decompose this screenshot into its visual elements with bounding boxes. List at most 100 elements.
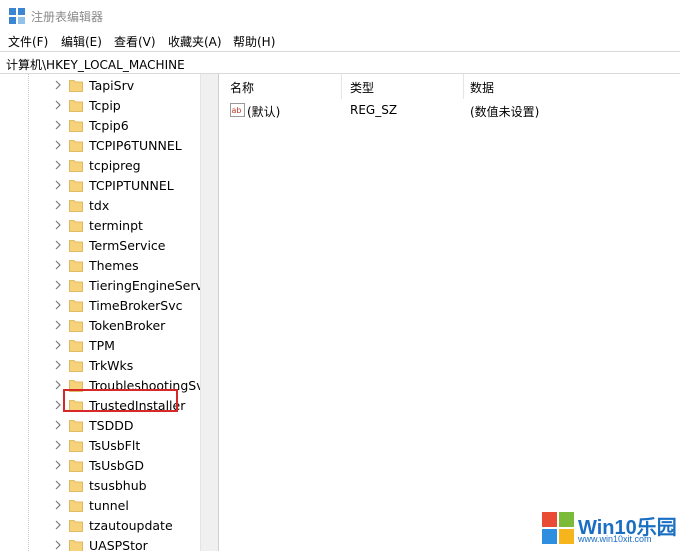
string-value-icon: ab: [230, 103, 245, 117]
tree-item[interactable]: TCPIP6TUNNEL: [0, 135, 200, 155]
address-bar[interactable]: 计算机\HKEY_LOCAL_MACHINE: [0, 51, 680, 74]
tree-item[interactable]: TieringEngineServic: [0, 275, 213, 295]
tree-item[interactable]: tunnel: [0, 495, 200, 515]
menu-file[interactable]: 文件(F): [8, 33, 48, 50]
chevron-right-icon[interactable]: [52, 439, 64, 451]
windows-logo-icon: [542, 512, 574, 544]
tree-item-label: TermService: [89, 238, 166, 253]
tree-item-label: Themes: [89, 258, 139, 273]
tree-item[interactable]: TsUsbGD: [0, 455, 200, 475]
tree-item[interactable]: TimeBrokerSvc: [0, 295, 200, 315]
chevron-right-icon[interactable]: [52, 319, 64, 331]
folder-icon: [69, 440, 83, 452]
tree-item-label: TSDDD: [89, 418, 134, 433]
tree-item-label: TrkWks: [89, 358, 134, 373]
chevron-right-icon[interactable]: [52, 459, 64, 471]
folder-icon: [69, 200, 83, 212]
tree-item-label: tdx: [89, 198, 110, 213]
tree-item[interactable]: TPM: [0, 335, 200, 355]
folder-icon: [69, 520, 83, 532]
tree-item[interactable]: tzautoupdate: [0, 515, 200, 535]
svg-text:ab: ab: [232, 106, 242, 115]
menu-help[interactable]: 帮助(H): [233, 33, 275, 50]
folder-icon: [69, 180, 83, 192]
folder-icon: [69, 460, 83, 472]
column-divider[interactable]: [341, 74, 342, 99]
tree-item[interactable]: Tcpip6: [0, 115, 200, 135]
chevron-right-icon[interactable]: [52, 139, 64, 151]
tree-item[interactable]: TCPIPTUNNEL: [0, 175, 200, 195]
chevron-right-icon[interactable]: [52, 119, 64, 131]
tree-item[interactable]: TsUsbFlt: [0, 435, 200, 455]
chevron-right-icon[interactable]: [52, 199, 64, 211]
tree-item[interactable]: TSDDD: [0, 415, 200, 435]
column-header-type[interactable]: 类型: [350, 79, 374, 96]
menu-favorites[interactable]: 收藏夹(A): [168, 33, 222, 50]
address-path[interactable]: 计算机\HKEY_LOCAL_MACHINE: [6, 56, 185, 73]
chevron-right-icon[interactable]: [52, 479, 64, 491]
tree-item[interactable]: TokenBroker: [0, 315, 200, 335]
tree-item-label: UASPStor: [89, 538, 148, 551]
tree-item-label: TokenBroker: [89, 318, 166, 333]
chevron-right-icon[interactable]: [52, 419, 64, 431]
tree-item[interactable]: terminpt: [0, 215, 200, 235]
folder-icon: [69, 300, 83, 312]
folder-icon: [69, 260, 83, 272]
annotation-highlight-box: [63, 389, 178, 412]
folder-icon: [69, 360, 83, 372]
tree-item-label: Tcpip: [89, 98, 121, 113]
tree-item[interactable]: tcpipreg: [0, 155, 200, 175]
chevron-right-icon[interactable]: [52, 279, 64, 291]
window-title: 注册表编辑器: [31, 10, 104, 24]
tree-item-label: TPM: [89, 338, 115, 353]
value-row[interactable]: ab (默认) REG_SZ (数值未设置): [223, 100, 680, 120]
chevron-right-icon[interactable]: [52, 359, 64, 371]
tree-item-label: TsUsbGD: [89, 458, 144, 473]
menu-bar: 文件(F) 编辑(E) 查看(V) 收藏夹(A) 帮助(H): [0, 31, 680, 51]
tree-item[interactable]: TermService: [0, 235, 200, 255]
chevron-right-icon[interactable]: [52, 519, 64, 531]
chevron-right-icon[interactable]: [52, 179, 64, 191]
chevron-right-icon[interactable]: [52, 219, 64, 231]
column-divider[interactable]: [463, 74, 464, 99]
title-bar[interactable]: 注册表编辑器: [0, 0, 680, 31]
tree-item-label: tunnel: [89, 498, 129, 513]
folder-icon: [69, 240, 83, 252]
chevron-right-icon[interactable]: [52, 239, 64, 251]
menu-view[interactable]: 查看(V): [114, 33, 156, 50]
chevron-right-icon[interactable]: [52, 299, 64, 311]
folder-icon: [69, 220, 83, 232]
chevron-right-icon[interactable]: [52, 159, 64, 171]
tree-item[interactable]: TapiSrv: [0, 75, 200, 95]
chevron-right-icon[interactable]: [52, 539, 64, 551]
folder-icon: [69, 280, 83, 292]
tree-item-label: Tcpip6: [89, 118, 129, 133]
values-list-pane[interactable]: 名称 类型 数据 ab (默认) REG_SZ (数值未设置): [223, 74, 680, 551]
tree-vertical-scrollbar[interactable]: [200, 74, 218, 551]
tree-item[interactable]: tdx: [0, 195, 200, 215]
tree-item-label: terminpt: [89, 218, 143, 233]
chevron-right-icon[interactable]: [52, 259, 64, 271]
folder-icon: [69, 80, 83, 92]
folder-icon: [69, 540, 83, 551]
tree-item-label: TsUsbFlt: [89, 438, 141, 453]
tree-item[interactable]: Themes: [0, 255, 200, 275]
value-type: REG_SZ: [350, 103, 398, 117]
value-name: (默认): [247, 105, 281, 119]
column-header-data[interactable]: 数据: [470, 79, 494, 96]
chevron-right-icon[interactable]: [52, 79, 64, 91]
tree-item-label: TimeBrokerSvc: [89, 298, 183, 313]
tree-item-label: tsusbhub: [89, 478, 147, 493]
tree-item[interactable]: Tcpip: [0, 95, 200, 115]
tree-item-label: TieringEngineServic: [89, 278, 214, 293]
column-header-name[interactable]: 名称: [230, 79, 254, 96]
tree-item[interactable]: tsusbhub: [0, 475, 200, 495]
chevron-right-icon[interactable]: [52, 499, 64, 511]
chevron-right-icon[interactable]: [52, 339, 64, 351]
tree-item[interactable]: TrkWks: [0, 355, 200, 375]
tree-item[interactable]: UASPStor: [0, 535, 200, 551]
menu-edit[interactable]: 编辑(E): [61, 33, 102, 50]
win10-logo-watermark: Win10乐园 www.win10xit.com: [538, 507, 678, 549]
key-tree-pane[interactable]: TapiSrv Tcpip Tcpip6 TCPIP6TUNNEL tcpipreg TC…: [0, 74, 218, 551]
chevron-right-icon[interactable]: [52, 99, 64, 111]
